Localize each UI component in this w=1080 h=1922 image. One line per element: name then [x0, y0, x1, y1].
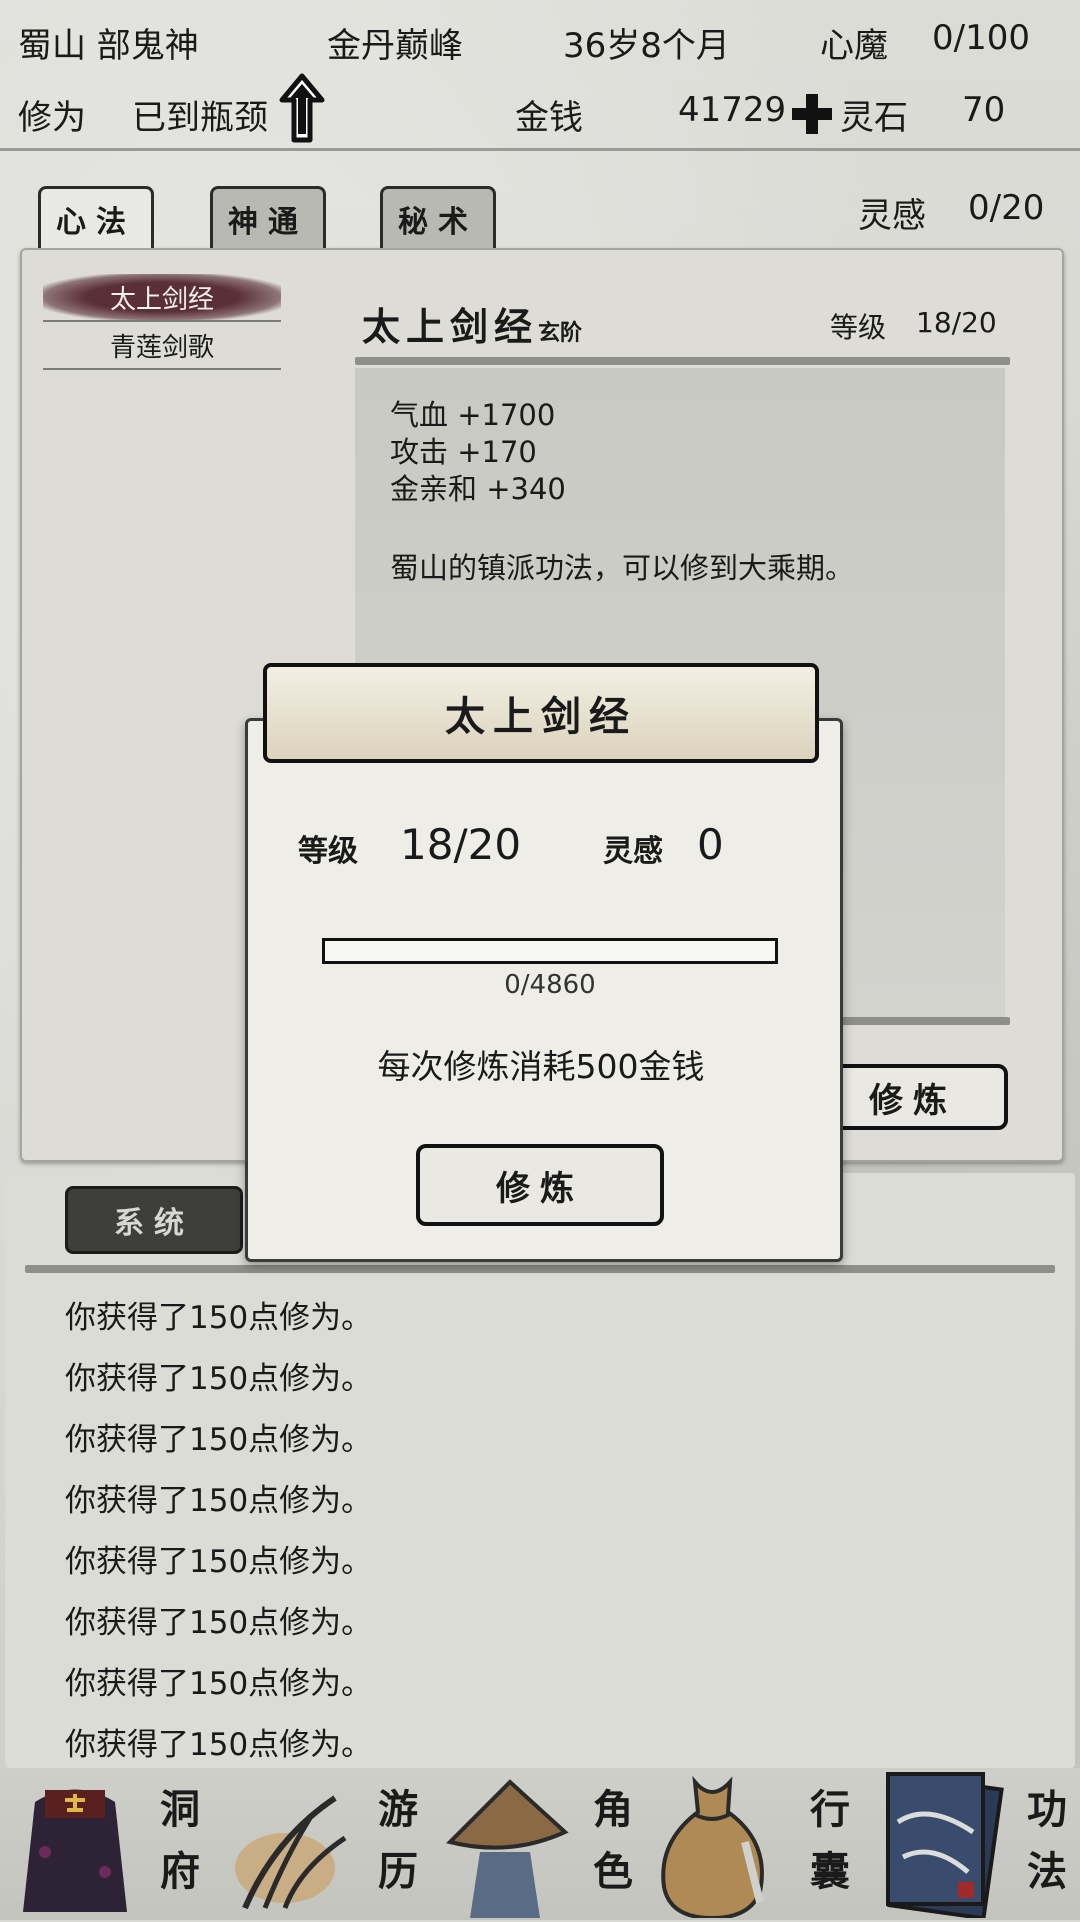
- tab-secret-art[interactable]: 秘术: [380, 186, 496, 248]
- log-line: 你获得了150点修为。: [65, 1544, 373, 1580]
- log-divider: [25, 1265, 1055, 1273]
- scroll-icon[interactable]: [878, 1762, 1008, 1921]
- dialog-inspiration-label: 灵感: [603, 834, 663, 869]
- dialog-level-value: 18/20: [400, 820, 522, 869]
- nav-label-cave-2[interactable]: 府: [155, 1842, 205, 1902]
- detail-level-label: 等级: [830, 311, 887, 344]
- cultivation-label: 修为: [18, 98, 86, 138]
- spirit-stone-value: 70: [962, 90, 1006, 130]
- detail-divider: [355, 357, 1010, 365]
- money-value: 41729: [678, 90, 787, 130]
- cost-text: 每次修炼消耗500金钱: [377, 1047, 705, 1086]
- bag-icon[interactable]: [650, 1772, 775, 1921]
- log-line: 你获得了150点修为。: [65, 1361, 373, 1397]
- breakthrough-arrow-icon[interactable]: [278, 72, 326, 144]
- log-line: 你获得了150点修为。: [65, 1300, 373, 1336]
- cave-icon[interactable]: [15, 1772, 135, 1918]
- technique-list-item[interactable]: 青莲剑歌: [43, 322, 281, 370]
- inspiration-label: 灵感: [858, 196, 926, 236]
- progress-text: 0/4860: [504, 970, 596, 1000]
- dialog-cultivate-button[interactable]: 修炼: [416, 1144, 664, 1226]
- tab-system[interactable]: 系统: [65, 1186, 243, 1254]
- log-line: 你获得了150点修为。: [65, 1605, 373, 1641]
- sect-name: 蜀山 部鬼神: [18, 26, 199, 66]
- technique-list-item[interactable]: 太上剑经: [43, 274, 281, 322]
- nav-label-technique-2[interactable]: 法: [1022, 1842, 1072, 1902]
- nav-label-technique-1[interactable]: 功: [1022, 1780, 1072, 1840]
- technique-name: 太上剑经: [362, 304, 539, 349]
- tab-mental-method[interactable]: 心法: [38, 186, 154, 248]
- stat-attack: 攻击 +170: [390, 435, 537, 469]
- technique-title-row: 太上剑经玄阶: [362, 296, 582, 351]
- nav-label-travel-1[interactable]: 游: [373, 1780, 423, 1840]
- nav-label-character-1[interactable]: 角: [588, 1780, 638, 1840]
- add-money-icon[interactable]: [790, 92, 834, 136]
- nav-label-character-2[interactable]: 色: [588, 1842, 638, 1902]
- realm: 金丹巅峰: [327, 26, 463, 66]
- spirit-stone-label: 灵石: [840, 98, 908, 138]
- cultivation-progress-bar: [322, 938, 778, 964]
- dialog-level-label: 等级: [298, 834, 358, 869]
- detail-level-value: 18/20: [916, 306, 997, 339]
- dialog-title: 太上剑经: [263, 663, 819, 763]
- nav-label-travel-2[interactable]: 历: [373, 1842, 423, 1902]
- log-line: 你获得了150点修为。: [65, 1727, 373, 1763]
- log-line: 你获得了150点修为。: [65, 1666, 373, 1702]
- header-divider: [0, 148, 1080, 151]
- technique-rank: 玄阶: [538, 320, 583, 346]
- nav-label-bag-2[interactable]: 囊: [805, 1842, 855, 1902]
- cultivate-button[interactable]: 修炼: [818, 1064, 1008, 1130]
- heart-demon-label: 心魔: [820, 26, 888, 66]
- cultivation-value: 已到瓶颈: [132, 98, 268, 138]
- stat-metal-affinity: 金亲和 +340: [390, 472, 566, 506]
- money-label: 金钱: [515, 98, 583, 138]
- technique-description: 蜀山的镇派功法，可以修到大乘期。: [390, 551, 855, 585]
- stat-hp: 气血 +1700: [390, 398, 556, 432]
- log-line: 你获得了150点修为。: [65, 1422, 373, 1458]
- age: 36岁8个月: [563, 26, 730, 66]
- travel-icon[interactable]: [215, 1778, 365, 1918]
- nav-label-bag-1[interactable]: 行: [805, 1780, 855, 1840]
- dialog-inspiration-value: 0: [697, 820, 724, 869]
- character-icon[interactable]: [440, 1772, 570, 1918]
- heart-demon-value: 0/100: [932, 18, 1030, 58]
- inspiration-value: 0/20: [968, 188, 1045, 228]
- log-line: 你获得了150点修为。: [65, 1483, 373, 1519]
- nav-label-cave-1[interactable]: 洞: [155, 1780, 205, 1840]
- tab-divine-power[interactable]: 神通: [210, 186, 326, 248]
